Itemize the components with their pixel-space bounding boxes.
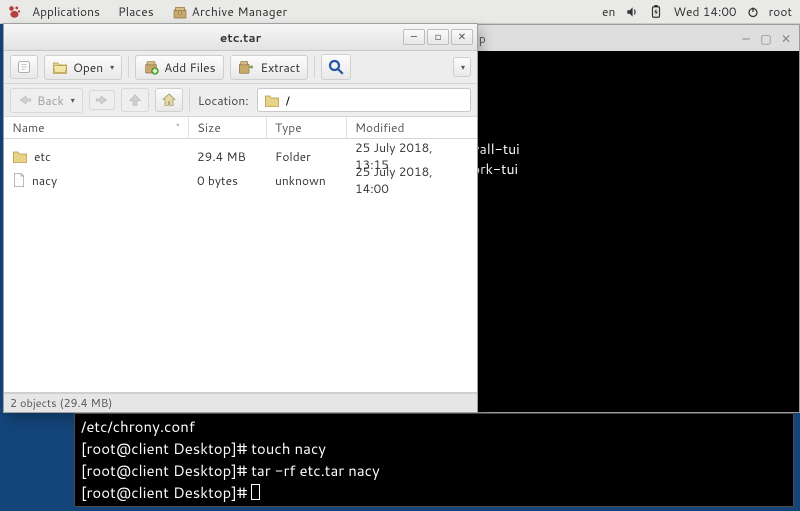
- column-header-type[interactable]: Type: [267, 117, 347, 138]
- extract-icon: [238, 59, 256, 75]
- archive-manager-window: etc.tar ─ ▫ ✕ Open ▾ Add Files Extract: [3, 23, 478, 413]
- toolbar-separator: [189, 89, 190, 111]
- active-app-indicator[interactable]: Archive Manager: [164, 3, 296, 20]
- background-terminal-window: sktop ─ ▢ ✕ rewall-tui twork-tui: [450, 24, 800, 413]
- new-archive-icon: [16, 59, 32, 75]
- chevron-down-icon: ▾: [461, 61, 465, 73]
- search-icon: [327, 58, 345, 76]
- column-header-modified[interactable]: Modified: [347, 117, 477, 138]
- add-files-icon: [143, 59, 159, 75]
- user-indicator[interactable]: root: [769, 3, 792, 20]
- location-field[interactable]: /: [257, 88, 471, 112]
- location-label: Location:: [198, 92, 249, 109]
- chevron-down-icon: ▾: [110, 61, 114, 73]
- column-header-size[interactable]: Size: [189, 117, 267, 138]
- bgterm-titlebar: sktop ─ ▢ ✕: [451, 25, 799, 51]
- search-button[interactable]: [321, 54, 351, 80]
- extract-label: Extract: [261, 59, 301, 76]
- nav-home-button[interactable]: [155, 88, 183, 112]
- toolbar-separator: [128, 56, 129, 78]
- file-list-header: Name˅ Size Type Modified: [4, 117, 477, 139]
- nav-back-label: Back: [37, 92, 64, 109]
- file-icon: [12, 172, 26, 188]
- bgterm-minimize-button[interactable]: ─: [739, 31, 753, 45]
- row-size: 29.4 MB: [197, 148, 246, 165]
- keyboard-layout-indicator[interactable]: en: [602, 3, 615, 20]
- term-line: /etc/chrony.conf: [81, 416, 195, 437]
- row-modified: 25 July 2018, 14:00: [355, 163, 469, 197]
- row-name: nacy: [32, 172, 57, 189]
- menu-button[interactable]: ▾: [453, 57, 471, 77]
- archive-toolbar-nav: Back ▾ Location: /: [4, 84, 477, 117]
- menu-places[interactable]: Places: [110, 0, 162, 24]
- arrow-right-icon: [95, 94, 109, 106]
- status-bar: 2 objects (29.4 MB): [4, 393, 477, 412]
- table-row[interactable]: etc 29.4 MB Folder 25 July 2018, 13:15: [4, 139, 477, 163]
- foreground-terminal[interactable]: /etc/chrony.conf [root@client Desktop]# …: [74, 413, 794, 507]
- bgterm-body: rewall-tui twork-tui: [451, 51, 799, 412]
- open-button[interactable]: Open ▾: [44, 55, 122, 80]
- column-header-name[interactable]: Name˅: [4, 117, 189, 138]
- toolbar-separator: [314, 56, 315, 78]
- folder-icon: [12, 149, 28, 163]
- menu-applications[interactable]: Applications: [24, 0, 108, 24]
- chevron-down-icon: ▾: [71, 94, 75, 106]
- power-icon[interactable]: [747, 6, 759, 18]
- row-name: etc: [34, 148, 51, 165]
- bgterm-line: rewall-tui: [455, 139, 799, 159]
- arrow-left-icon: [18, 94, 32, 106]
- archive-toolbar-main: Open ▾ Add Files Extract ▾: [4, 51, 477, 84]
- open-button-label: Open: [73, 59, 103, 76]
- sort-indicator-icon: ˅: [176, 121, 181, 134]
- term-line: [root@client Desktop]# touch nacy: [81, 438, 326, 459]
- clock[interactable]: Wed 14:00: [673, 3, 736, 20]
- table-row[interactable]: nacy 0 bytes unknown 25 July 2018, 14:00: [4, 163, 477, 187]
- archive-manager-icon: [172, 4, 188, 20]
- location-path: /: [286, 92, 290, 109]
- new-archive-button[interactable]: [10, 55, 38, 79]
- terminal-cursor: [251, 484, 260, 500]
- folder-icon: [264, 93, 280, 107]
- row-size: 0 bytes: [197, 172, 238, 189]
- bgterm-line: twork-tui: [455, 159, 799, 179]
- term-line: [root@client Desktop]# tar -rf etc.tar n…: [81, 460, 380, 481]
- home-icon: [161, 92, 177, 108]
- add-files-label: Add Files: [164, 59, 215, 76]
- archive-titlebar[interactable]: etc.tar ─ ▫ ✕: [4, 24, 477, 51]
- nav-back-button[interactable]: Back ▾: [10, 88, 83, 113]
- bgterm-maximize-button[interactable]: ▢: [759, 31, 773, 45]
- nav-up-button[interactable]: [121, 88, 149, 112]
- add-files-button[interactable]: Add Files: [135, 55, 223, 80]
- gnome-foot-icon: [0, 5, 22, 19]
- archive-minimize-button[interactable]: ─: [403, 29, 425, 45]
- archive-maximize-button[interactable]: ▫: [427, 29, 449, 45]
- battery-icon[interactable]: [649, 5, 663, 19]
- row-type: Folder: [275, 148, 311, 165]
- folder-open-icon: [52, 60, 68, 74]
- active-app-name: Archive Manager: [192, 3, 288, 20]
- arrow-up-icon: [127, 92, 143, 108]
- file-list: Name˅ Size Type Modified etc 29.4 MB Fol…: [4, 117, 477, 393]
- status-text: 2 objects (29.4 MB): [10, 395, 112, 411]
- nav-forward-button[interactable]: [89, 90, 115, 110]
- bgterm-close-button[interactable]: ✕: [779, 31, 793, 45]
- volume-icon[interactable]: [625, 5, 639, 19]
- row-type: unknown: [275, 172, 326, 189]
- gnome-top-panel: Applications Places Archive Manager en W…: [0, 0, 800, 24]
- archive-close-button[interactable]: ✕: [451, 29, 473, 45]
- extract-button[interactable]: Extract: [230, 55, 309, 80]
- term-prompt: [root@client Desktop]#: [81, 482, 251, 503]
